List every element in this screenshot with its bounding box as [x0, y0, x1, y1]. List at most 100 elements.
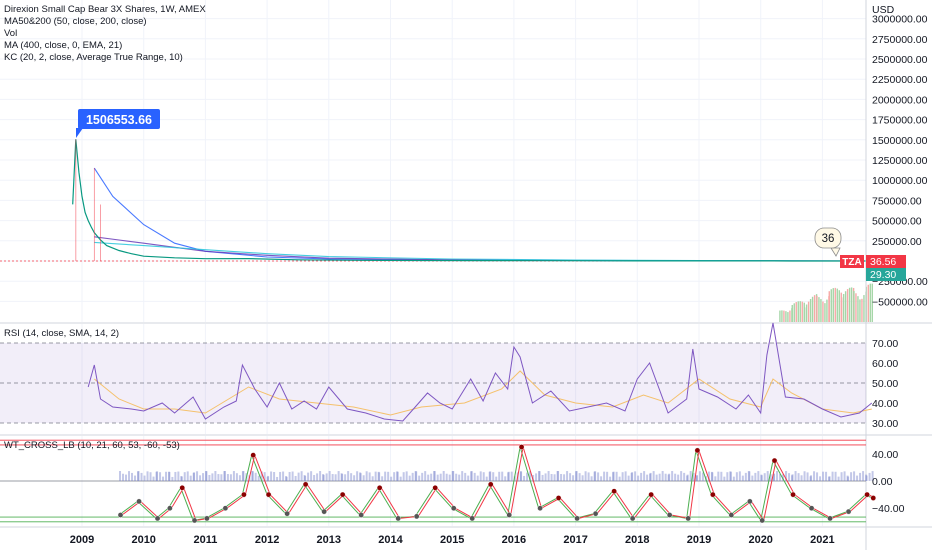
wt-histogram-bar [714, 476, 717, 481]
wt-histogram-bar [424, 471, 427, 481]
symbol-title[interactable]: Direxion Small Cap Bear 3X Shares, 1W, A… [4, 4, 206, 16]
wt-histogram-bar [415, 471, 418, 481]
wt-cross-dot [666, 512, 673, 518]
price-tick-label: 2750000.00 [872, 34, 928, 46]
wt-histogram-bar [461, 471, 464, 481]
volume-bar [799, 301, 801, 322]
wt-histogram-bar [131, 472, 134, 481]
wt-histogram-bar [658, 473, 661, 481]
rsi-tick-label: 30.00 [872, 418, 898, 430]
wt-histogram-bar [640, 472, 643, 481]
wt-histogram-bar [362, 475, 365, 481]
wt-histogram-bar [137, 471, 140, 481]
wt-cross-dot [241, 491, 247, 498]
volume-bar [805, 304, 808, 322]
legend-vol[interactable]: Vol [4, 28, 206, 40]
time-tick-label: 2021 [810, 534, 834, 546]
wt-cross-dot [358, 512, 364, 518]
wt-histogram-bar [482, 472, 485, 481]
wt-histogram-bar [501, 471, 504, 481]
wt-histogram-bar [581, 475, 584, 481]
wt-histogram-bar [128, 471, 131, 481]
last-price-badge: 36.56 [866, 255, 906, 268]
volume-bar [867, 284, 869, 322]
wt-histogram-bar [646, 474, 649, 481]
wt-histogram-bar [251, 471, 254, 481]
wt-histogram-bar [504, 476, 507, 481]
wt-histogram-bar [507, 471, 510, 481]
wt-histogram-bar [594, 471, 597, 481]
wt-histogram-bar [405, 471, 408, 481]
wt-histogram-bar [319, 471, 322, 481]
wt-histogram-bar [445, 473, 448, 481]
wt-histogram-bar [695, 475, 698, 481]
rsi-legend-label[interactable]: RSI (14, close, SMA, 14, 2) [4, 328, 119, 340]
wt-legend-label[interactable]: WT_CROSS_LB (10, 21, 60, 53, -60, -53) [4, 440, 180, 452]
wt-cross-dot [808, 505, 815, 512]
time-tick-label: 2010 [131, 534, 155, 546]
wt-histogram-bar [285, 476, 288, 481]
wt-histogram-bar [575, 471, 578, 481]
wt-histogram-bar [467, 475, 470, 481]
time-tick-label: 2019 [687, 534, 711, 546]
wt-histogram-bar [408, 475, 411, 481]
volume-bar [791, 305, 793, 322]
wt-histogram-bar [202, 473, 205, 481]
wt-histogram-bar [631, 472, 634, 481]
wt-histogram-bar [473, 472, 476, 481]
wt-histogram-bar [257, 475, 260, 481]
wt-histogram-bar [498, 471, 501, 481]
wt-histogram-bar [353, 475, 356, 481]
wt-cross-dot [506, 512, 513, 518]
wt-histogram-bar [442, 471, 445, 481]
recent-callout-label: 36 [822, 233, 835, 245]
wt-histogram-bar [223, 471, 226, 481]
wt-histogram-bar [560, 473, 563, 481]
time-tick-label: 2015 [440, 534, 464, 546]
volume-bar [830, 289, 832, 322]
wt-histogram-bar [735, 472, 738, 481]
wt-histogram-bar [122, 473, 125, 481]
volume-bar [779, 310, 781, 322]
wt-histogram-bar [856, 475, 859, 481]
wt-histogram-bar [300, 471, 303, 481]
volume-bar [850, 287, 853, 322]
volume-bar [838, 290, 840, 322]
wt-histogram-bar [294, 475, 297, 481]
wt-cross-dot [537, 505, 543, 512]
wt-histogram-bar [489, 471, 492, 481]
wt-histogram-bar [162, 476, 165, 481]
wt-histogram-bar [788, 473, 791, 481]
legend-ma[interactable]: MA50&200 (50, close, 200, close) [4, 16, 206, 28]
wt-cross-dot [864, 491, 870, 498]
wt-cross-dot [845, 508, 852, 515]
wt-histogram-bar [698, 471, 701, 481]
wt-histogram-bar [331, 474, 334, 481]
wt-histogram-bar [661, 471, 664, 481]
wt-cross-dot [592, 510, 599, 517]
last-price-label: 36.56 [870, 256, 896, 268]
volume-bar [844, 291, 847, 322]
wt-histogram-bar [273, 472, 276, 481]
wt-histogram-bar [174, 471, 177, 481]
legend-ema[interactable]: MA (400, close, 0, EMA, 21) [4, 40, 206, 52]
wt-cross-dot [469, 515, 476, 522]
wt-histogram-bar [741, 475, 744, 481]
volume-bar [861, 298, 863, 322]
wt-histogram-bar [544, 473, 547, 481]
price-chart[interactable]: 3000000.002750000.002500000.002250000.00… [0, 0, 932, 550]
wt-histogram-bar [643, 471, 646, 481]
legend-kc[interactable]: KC (20, 2, close, Average True Range, 10… [4, 52, 206, 64]
wt-histogram-bar [677, 474, 680, 481]
volume-bar [820, 299, 822, 322]
wt-histogram-bar [547, 471, 550, 481]
wt-histogram-bar [476, 475, 479, 481]
wt-histogram-bar [806, 472, 809, 481]
wt-histogram-bar [843, 471, 846, 481]
wt-histogram-bar [822, 471, 825, 481]
wt-histogram-bar [359, 473, 362, 481]
wt-histogram-bar [455, 473, 458, 481]
wt-histogram-bar [853, 471, 856, 481]
wt-histogram-bar [510, 471, 513, 481]
wt-histogram-bar [421, 472, 424, 481]
